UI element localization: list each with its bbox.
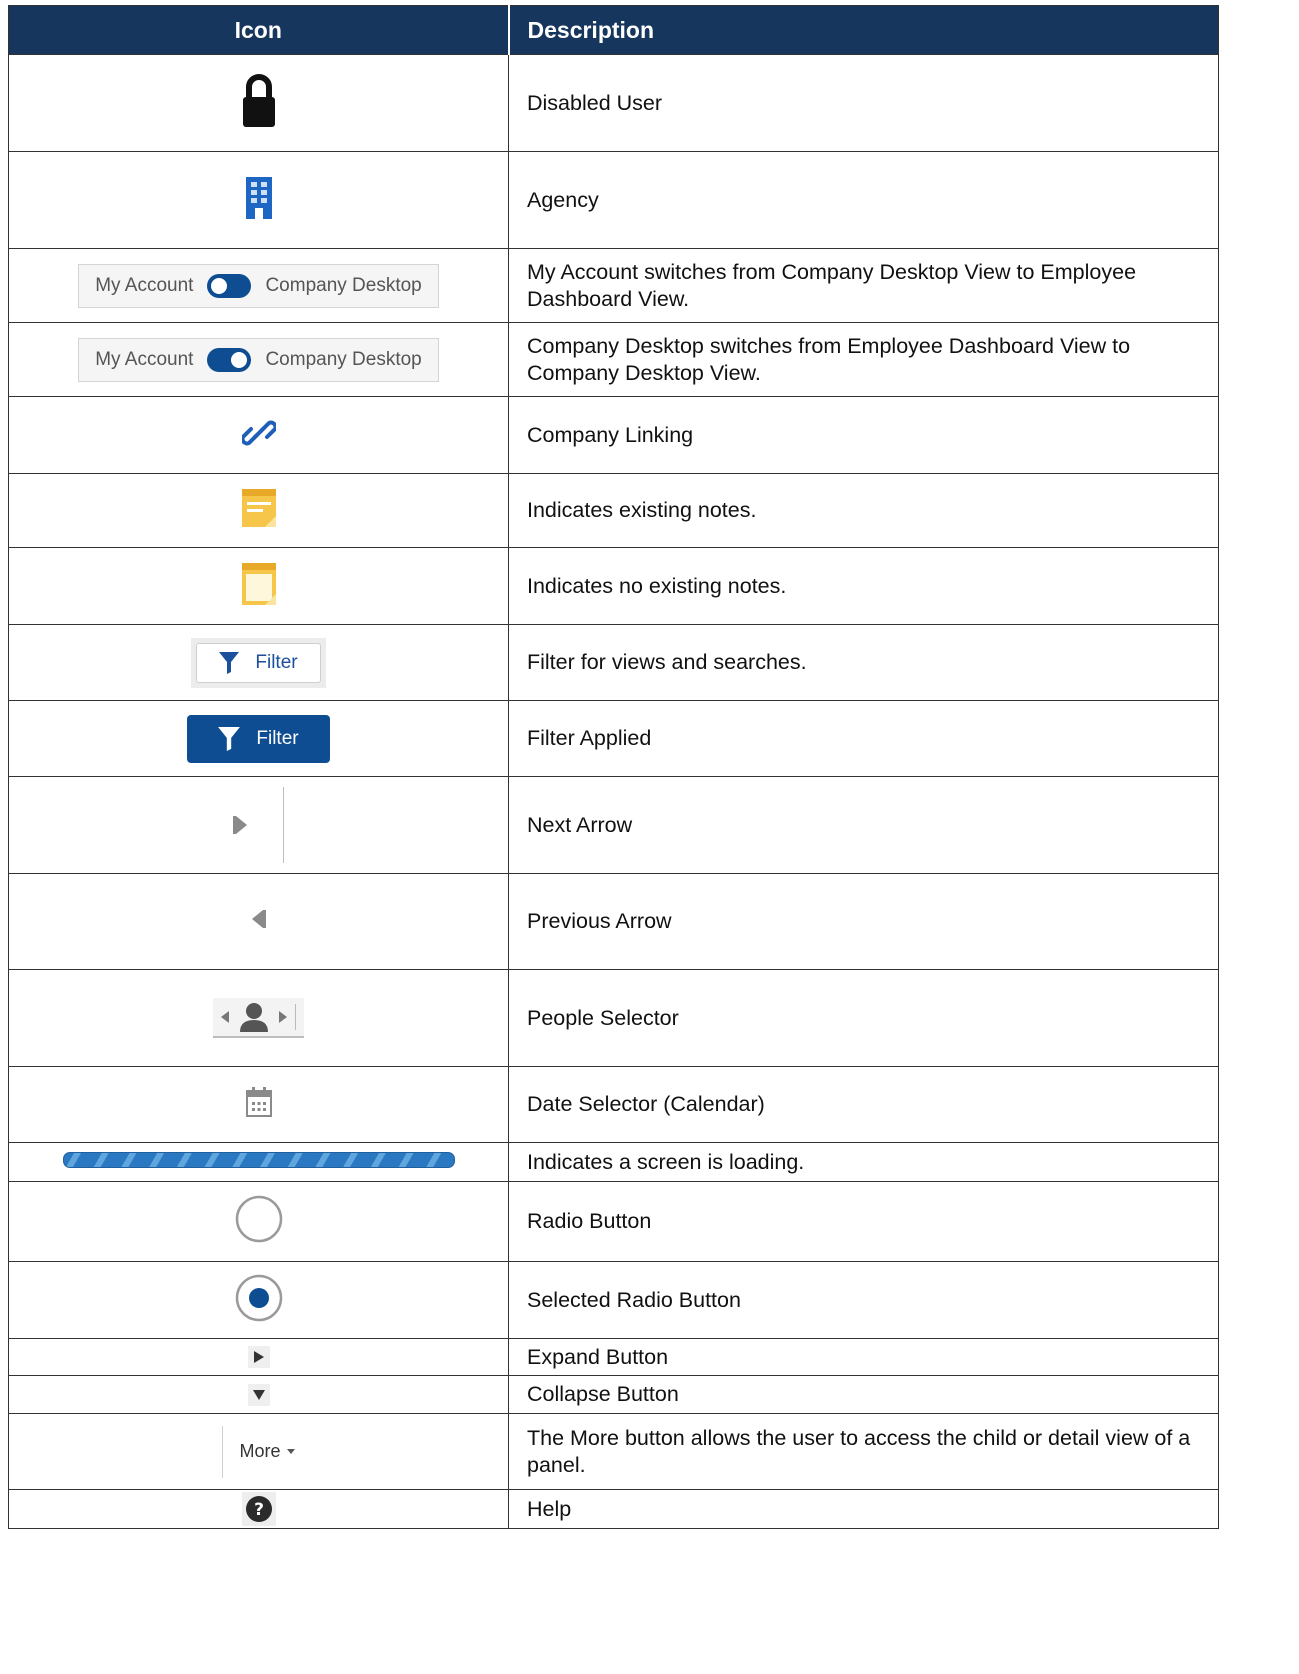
- table-row: Agency: [8, 151, 1219, 249]
- table-row: More The More button allows the user to …: [8, 1413, 1219, 1490]
- calendar-icon[interactable]: [245, 1087, 272, 1117]
- table-row: Selected Radio Button: [8, 1261, 1219, 1339]
- filter-label: Filter: [256, 727, 299, 749]
- next-arrow-icon[interactable]: [233, 816, 247, 834]
- previous-arrow-icon[interactable]: [251, 910, 266, 928]
- table-row: Company Linking: [8, 396, 1219, 474]
- toggle-right-label: Company Desktop: [265, 274, 422, 296]
- lock-icon: [241, 73, 277, 129]
- row-description: Help: [508, 1489, 1219, 1529]
- icon-legend-page: Icon Description Disabled User Agency My…: [0, 0, 1299, 1674]
- building-icon: [245, 176, 272, 219]
- link-icon: [241, 416, 276, 450]
- radio-icon[interactable]: [235, 1195, 283, 1243]
- row-description: Indicates existing notes.: [508, 473, 1219, 548]
- filter-button[interactable]: Filter: [196, 642, 321, 683]
- icon-legend-table: Icon Description Disabled User Agency My…: [8, 5, 1219, 1529]
- table-header-row: Icon Description: [8, 5, 1219, 55]
- row-description: Expand Button: [508, 1338, 1219, 1376]
- table-row: My Account Company Desktop Company Deskt…: [8, 322, 1219, 397]
- table-row: Filter Filter for views and searches.: [8, 624, 1219, 701]
- row-description: Filter for views and searches.: [508, 624, 1219, 701]
- next-person-icon[interactable]: [279, 1011, 287, 1023]
- table-row: Next Arrow: [8, 776, 1219, 874]
- people-selector-icon[interactable]: [213, 998, 304, 1038]
- row-description: Filter Applied: [508, 700, 1219, 777]
- row-description: My Account switches from Company Desktop…: [508, 248, 1219, 323]
- funnel-icon: [218, 726, 241, 751]
- table-row: Indicates existing notes.: [8, 473, 1219, 548]
- toggle-left-label: My Account: [95, 274, 194, 296]
- row-description: Selected Radio Button: [508, 1261, 1219, 1339]
- table-row: Indicates no existing notes.: [8, 547, 1219, 625]
- toggle-right-label: Company Desktop: [265, 348, 422, 370]
- row-description: Date Selector (Calendar): [508, 1066, 1219, 1143]
- person-icon: [240, 1003, 268, 1032]
- expand-icon[interactable]: [247, 1346, 270, 1368]
- row-description: Collapse Button: [508, 1375, 1219, 1414]
- help-icon[interactable]: ?: [245, 1495, 272, 1522]
- funnel-icon: [219, 651, 240, 674]
- table-row: Collapse Button: [8, 1375, 1219, 1414]
- row-description: Next Arrow: [508, 776, 1219, 874]
- row-description: The More button allows the user to acces…: [508, 1413, 1219, 1490]
- table-row: Expand Button: [8, 1338, 1219, 1376]
- notes-existing-icon[interactable]: [241, 488, 277, 528]
- toggle-left-label: My Account: [95, 348, 194, 370]
- row-description: Agency: [508, 151, 1219, 249]
- table-row: Disabled User: [8, 54, 1219, 152]
- view-toggle[interactable]: My Account Company Desktop: [78, 263, 439, 308]
- table-row: ? Help: [8, 1489, 1219, 1529]
- filter-label: Filter: [255, 651, 298, 673]
- header-description: Description: [507, 5, 1219, 55]
- row-description: Indicates no existing notes.: [508, 547, 1219, 625]
- row-description: Indicates a screen is loading.: [508, 1142, 1219, 1182]
- row-description: Radio Button: [508, 1181, 1219, 1262]
- view-toggle[interactable]: My Account Company Desktop: [78, 337, 439, 382]
- table-row: Date Selector (Calendar): [8, 1066, 1219, 1143]
- previous-person-icon[interactable]: [221, 1011, 229, 1023]
- row-description: Disabled User: [508, 54, 1219, 152]
- table-row: Filter Filter Applied: [8, 700, 1219, 777]
- row-description: Company Linking: [508, 396, 1219, 474]
- svg-text:?: ?: [254, 1500, 264, 1520]
- row-description: Previous Arrow: [508, 873, 1219, 970]
- table-row: People Selector: [8, 969, 1219, 1067]
- divider: [283, 787, 284, 863]
- caret-down-icon: [286, 1449, 295, 1454]
- table-row: Indicates a screen is loading.: [8, 1142, 1219, 1182]
- header-icon: Icon: [8, 5, 509, 55]
- notes-empty-icon[interactable]: [241, 562, 277, 606]
- more-button[interactable]: More: [222, 1425, 295, 1478]
- more-label: More: [239, 1441, 281, 1461]
- loading-bar: [62, 1151, 455, 1168]
- filter-applied-button[interactable]: Filter: [187, 714, 330, 763]
- table-row: Previous Arrow: [8, 873, 1219, 970]
- row-description: Company Desktop switches from Employee D…: [508, 322, 1219, 397]
- radio-selected-icon[interactable]: [235, 1274, 283, 1322]
- table-row: Radio Button: [8, 1181, 1219, 1262]
- toggle-off-icon[interactable]: [207, 273, 252, 298]
- toggle-on-icon[interactable]: [207, 347, 252, 372]
- row-description: People Selector: [508, 969, 1219, 1067]
- table-row: My Account Company Desktop My Account sw…: [8, 248, 1219, 323]
- collapse-icon[interactable]: [247, 1383, 270, 1406]
